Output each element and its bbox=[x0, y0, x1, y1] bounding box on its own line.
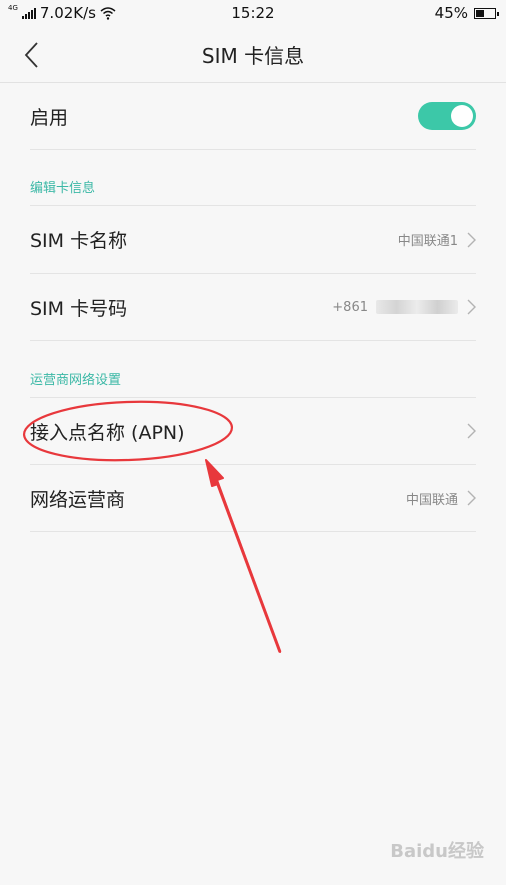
enable-label: 启用 bbox=[30, 106, 69, 129]
battery-percent: 45% bbox=[434, 4, 468, 22]
network-operator-row[interactable]: 网络运营商 中国联通 bbox=[30, 465, 476, 532]
page-title: SIM 卡信息 bbox=[201, 44, 305, 68]
section-header-edit-card: 编辑卡信息 bbox=[30, 177, 476, 206]
sim-number-value: +861 bbox=[332, 299, 368, 315]
title-bar: SIM 卡信息 bbox=[0, 26, 506, 83]
sim-name-row[interactable]: SIM 卡名称 中国联通1 bbox=[30, 206, 476, 274]
enable-toggle[interactable] bbox=[418, 102, 476, 130]
enable-row: 启用 bbox=[30, 83, 476, 150]
sim-name-label: SIM 卡名称 bbox=[30, 230, 128, 252]
section-header-network: 运营商网络设置 bbox=[30, 369, 476, 398]
toggle-knob bbox=[451, 105, 473, 127]
apn-label: 接入点名称 (APN) bbox=[30, 421, 185, 444]
chevron-right-icon bbox=[467, 299, 476, 315]
sim-number-label: SIM 卡号码 bbox=[30, 297, 128, 320]
clock: 15:22 bbox=[231, 4, 275, 22]
status-right: 45% bbox=[434, 4, 499, 22]
network-operator-label: 网络运营商 bbox=[30, 488, 126, 511]
chevron-right-icon bbox=[467, 423, 476, 439]
watermark-logo: Baidu经验 bbox=[390, 841, 484, 862]
chevron-right-icon bbox=[467, 232, 476, 247]
sim-name-value: 中国联通1 bbox=[397, 234, 458, 249]
chevron-right-icon bbox=[467, 490, 476, 506]
sim-number-row[interactable]: SIM 卡号码 +861 bbox=[30, 274, 476, 341]
masked-number bbox=[376, 300, 458, 314]
battery-icon bbox=[474, 7, 499, 19]
apn-row[interactable]: 接入点名称 (APN) bbox=[30, 398, 476, 465]
status-bar: 4G 7.02K/s 15:22 45% bbox=[0, 0, 506, 26]
network-operator-value: 中国联通 bbox=[405, 492, 458, 508]
